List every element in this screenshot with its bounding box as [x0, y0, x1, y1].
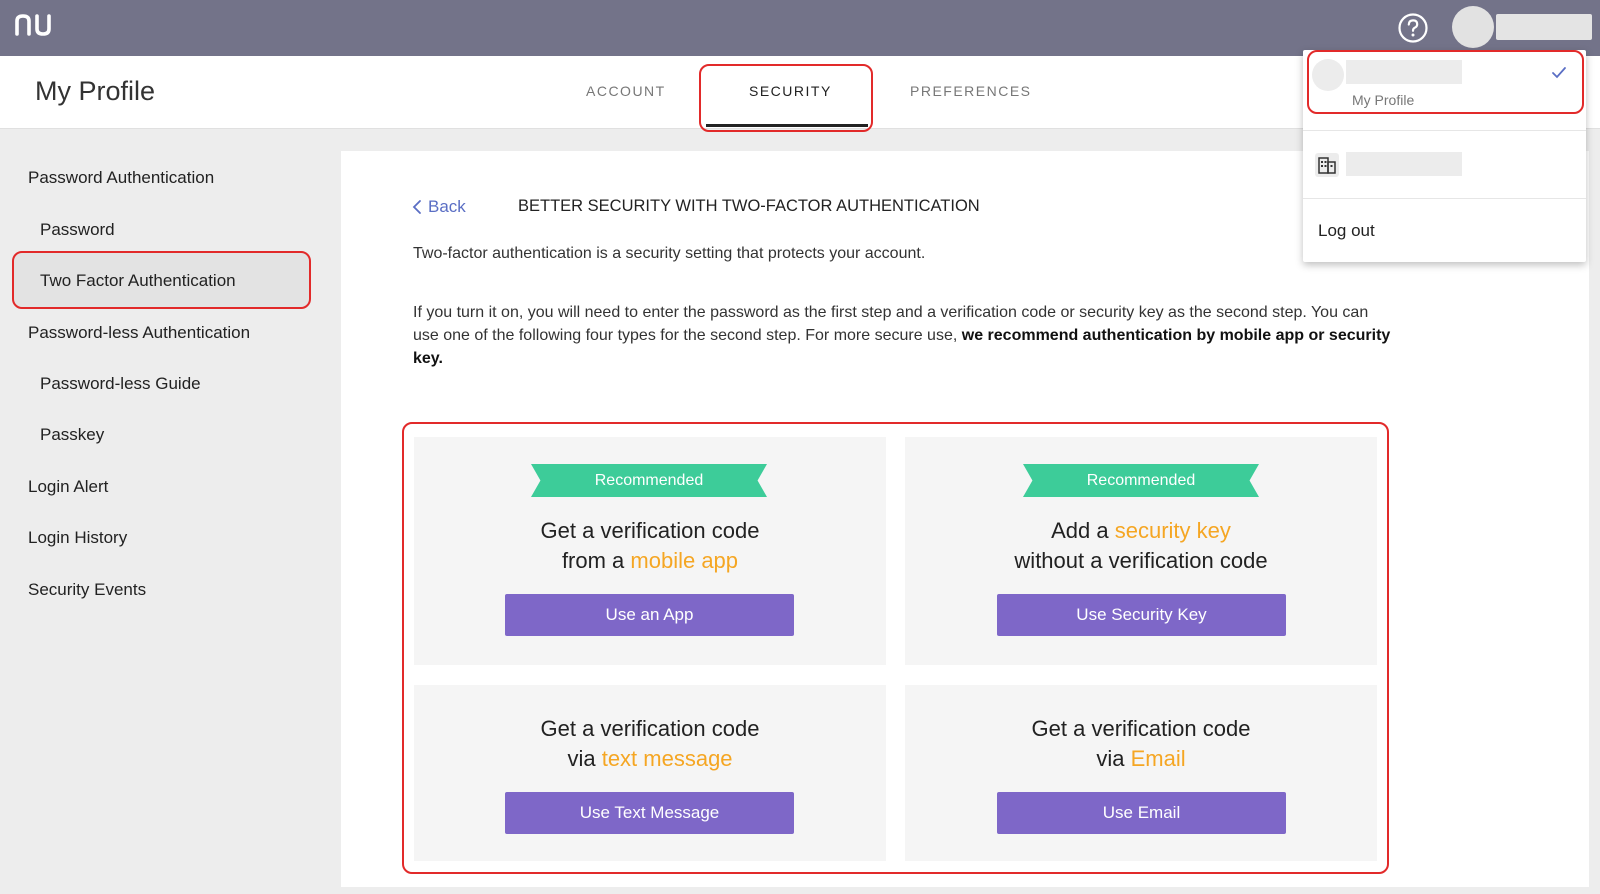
sidebar-item-login-history[interactable]: Login History	[28, 528, 127, 548]
option-email-highlight: Email	[1130, 746, 1186, 771]
back-label: Back	[428, 197, 466, 216]
option-mobile-app-line1: Get a verification code	[540, 518, 760, 543]
user-avatar[interactable]	[1452, 6, 1494, 48]
option-security-key-line1: Add a security key	[905, 518, 1377, 544]
option-text-message-line2-pre: via	[567, 746, 602, 771]
sidebar-item-password-less-guide[interactable]: Password-less Guide	[40, 374, 201, 394]
dropdown-profile-avatar[interactable]	[1312, 59, 1344, 91]
option-mobile-app-highlight: mobile app	[630, 548, 739, 573]
sidebar-item-password[interactable]: Password	[40, 220, 115, 240]
option-text-message-line1: Get a verification code	[540, 716, 760, 741]
user-name-placeholder[interactable]	[1496, 14, 1592, 40]
description-text: If you turn it on, you will need to ente…	[413, 301, 1393, 370]
intro-text: Two-factor authentication is a security …	[413, 245, 926, 262]
option-card-text-message	[414, 685, 886, 861]
dropdown-divider	[1303, 130, 1586, 131]
sidebar-item-password-less-authentication[interactable]: Password-less Authentication	[28, 323, 250, 343]
use-text-message-button[interactable]: Use Text Message	[505, 792, 794, 834]
use-an-app-button[interactable]: Use an App	[505, 594, 794, 636]
top-bar	[0, 0, 1600, 56]
option-card-email	[905, 685, 1377, 861]
dropdown-profile-name-placeholder[interactable]	[1346, 60, 1462, 84]
sidebar-item-security-events[interactable]: Security Events	[28, 580, 146, 600]
dropdown-profile-label[interactable]: My Profile	[1352, 92, 1414, 108]
sidebar-item-login-alert[interactable]: Login Alert	[28, 477, 108, 497]
option-email-line2-pre: via	[1096, 746, 1131, 771]
back-link[interactable]: Back	[412, 197, 466, 217]
recommended-badge: Recommended	[1023, 464, 1259, 497]
help-icon[interactable]	[1397, 12, 1429, 44]
checkmark-icon	[1552, 67, 1566, 79]
logout-button[interactable]: Log out	[1318, 221, 1375, 241]
sidebar-item-passkey[interactable]: Passkey	[40, 425, 104, 445]
sidebar-item-two-factor-authentication[interactable]: Two Factor Authentication	[40, 271, 236, 291]
option-email-line1: Get a verification code	[1031, 716, 1251, 741]
option-mobile-app-line2-pre: from a	[561, 548, 631, 573]
chevron-left-icon	[412, 200, 421, 214]
tab-account[interactable]: ACCOUNT	[586, 83, 666, 99]
active-tab-indicator	[706, 124, 868, 127]
option-text-message-highlight: text message	[601, 746, 733, 771]
recommended-badge: Recommended	[531, 464, 767, 497]
tab-security[interactable]: SECURITY	[749, 83, 832, 99]
use-security-key-button[interactable]: Use Security Key	[997, 594, 1286, 636]
sidebar-item-password-authentication[interactable]: Password Authentication	[28, 168, 214, 188]
use-email-button[interactable]: Use Email	[997, 792, 1286, 834]
option-text-message-line2: via text message	[414, 746, 886, 772]
option-security-key-line2: without a verification code	[1014, 548, 1268, 573]
tab-preferences[interactable]: PREFERENCES	[910, 83, 1032, 99]
option-mobile-app-line2: from a mobile app	[414, 548, 886, 574]
nu-logo[interactable]	[14, 10, 56, 40]
building-icon	[1315, 153, 1339, 177]
page-title: My Profile	[35, 76, 156, 106]
option-security-key-highlight: security key	[1114, 518, 1231, 543]
option-email-line2: via Email	[905, 746, 1377, 772]
dropdown-divider	[1303, 198, 1586, 199]
section-title: BETTER SECURITY WITH TWO-FACTOR AUTHENTI…	[518, 197, 980, 215]
dropdown-organization-placeholder[interactable]	[1346, 152, 1462, 176]
option-security-key-line1-pre: Add a	[1051, 518, 1115, 543]
